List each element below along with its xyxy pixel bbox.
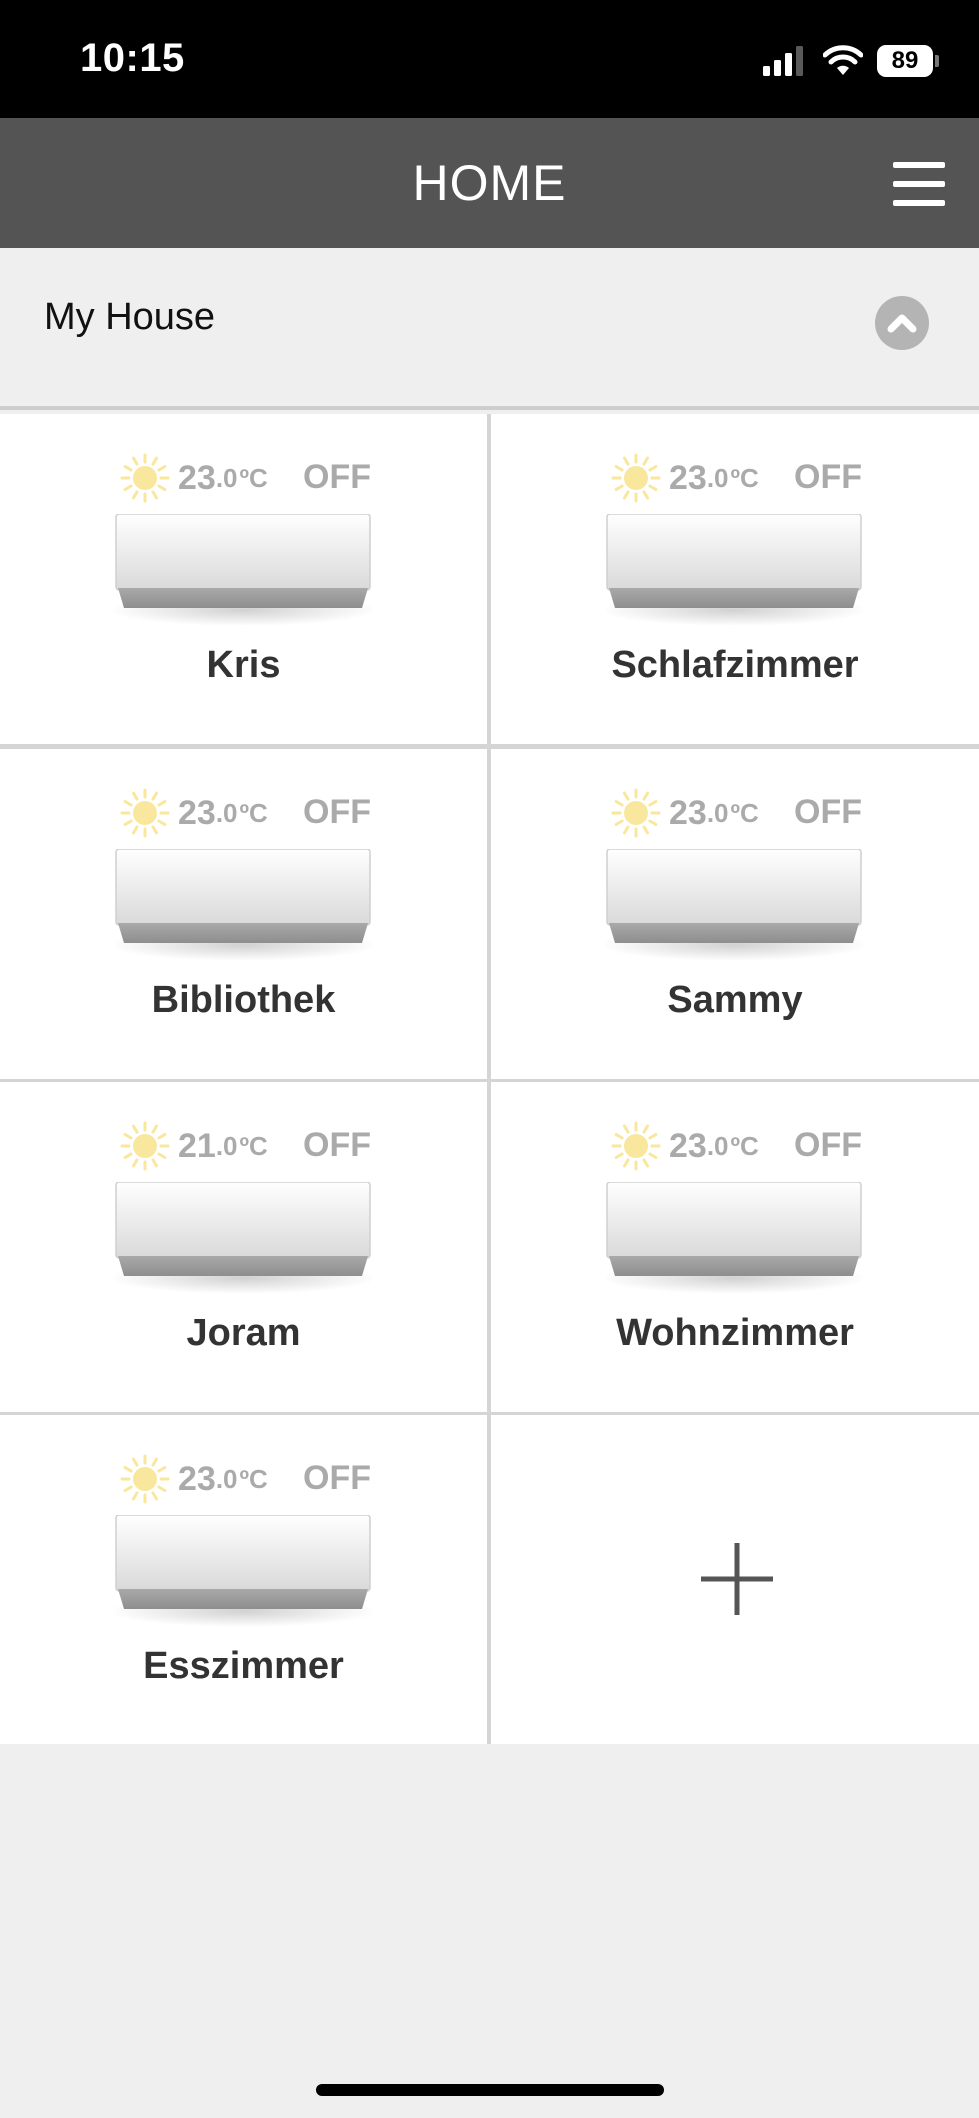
menu-button[interactable] [893,162,945,206]
unit-temperature: 23 [669,793,707,832]
unit-status: 23.0 ºC [611,452,759,504]
unit-card[interactable]: 23.0 ºC OFF Wohnzimmer [491,1082,979,1412]
status-bar: 10:15 89 [0,0,979,118]
unit-status: 21.0 ºC [120,1120,268,1172]
status-icons: 89 [763,40,939,82]
add-unit-button[interactable] [491,1415,979,1744]
unit-temperature-decimal: .0 [215,462,238,493]
unit-temperature-decimal: .0 [215,1463,238,1494]
unit-power-status: OFF [303,1126,371,1164]
air-conditioner-icon [605,849,863,961]
house-name: My House [44,296,216,338]
unit-power-status: OFF [303,1459,371,1497]
unit-card[interactable]: 23.0 ºC OFF Kris [0,414,487,744]
cellular-signal-icon [763,46,807,76]
sun-icon [611,453,661,503]
air-conditioner-icon [605,514,863,626]
unit-temperature-unit: ºC [239,797,268,828]
unit-name: Joram [186,1312,301,1354]
sun-icon [120,1121,170,1171]
battery-icon: 89 [877,45,939,77]
unit-power-status: OFF [794,458,862,496]
unit-status: 23.0 ºC [120,1453,268,1505]
unit-temperature-unit: ºC [239,1463,268,1494]
sun-icon [611,1121,661,1171]
unit-temperature: 21 [178,1126,216,1165]
unit-card[interactable]: 23.0 ºC OFF Bibliothek [0,749,487,1079]
unit-temperature-unit: ºC [730,1130,759,1161]
sun-icon [120,1454,170,1504]
air-conditioner-icon [114,514,372,626]
sun-icon [611,788,661,838]
unit-temperature-decimal: .0 [215,1130,238,1161]
unit-status: 23.0 ºC [611,787,759,839]
unit-name: Bibliothek [151,979,336,1021]
unit-temperature-unit: ºC [730,462,759,493]
unit-temperature: 23 [178,1459,216,1498]
unit-card[interactable]: 23.0 ºC OFF Sammy [491,749,979,1079]
unit-name: Sammy [667,979,803,1021]
unit-temperature-decimal: .0 [706,462,729,493]
sun-icon [120,788,170,838]
unit-temperature-unit: ºC [239,462,268,493]
air-conditioner-icon [114,1182,372,1294]
plus-icon [701,1543,773,1615]
unit-power-status: OFF [794,1126,862,1164]
app-header: HOME [0,118,979,248]
unit-status: 23.0 ºC [120,452,268,504]
air-conditioner-icon [114,849,372,961]
sun-icon [120,453,170,503]
unit-temperature-unit: ºC [730,797,759,828]
unit-status: 23.0 ºC [120,787,268,839]
unit-power-status: OFF [794,793,862,831]
hamburger-icon [893,162,945,168]
unit-name: Wohnzimmer [616,1312,854,1354]
unit-power-status: OFF [303,458,371,496]
unit-temperature-decimal: .0 [706,1130,729,1161]
unit-temperature-decimal: .0 [706,797,729,828]
unit-temperature: 23 [669,458,707,497]
unit-name: Schlafzimmer [611,644,859,686]
chevron-up-icon [887,314,917,333]
status-time: 10:15 [80,36,185,80]
unit-status: 23.0 ºC [611,1120,759,1172]
unit-temperature-unit: ºC [239,1130,268,1161]
collapse-button[interactable] [875,296,929,350]
unit-card[interactable]: 23.0 ºC OFF Esszimmer [0,1415,487,1744]
unit-card[interactable]: 23.0 ºC OFF Schlafzimmer [491,414,979,744]
home-indicator [316,2084,664,2096]
unit-temperature: 23 [178,458,216,497]
page-title: HOME [412,155,567,211]
wifi-icon [823,45,863,75]
unit-temperature: 23 [178,793,216,832]
unit-name: Kris [206,644,281,686]
unit-temperature-decimal: .0 [215,797,238,828]
unit-temperature: 23 [669,1126,707,1165]
unit-name: Esszimmer [143,1645,344,1687]
unit-power-status: OFF [303,793,371,831]
air-conditioner-icon [114,1515,372,1627]
house-selector[interactable]: My House [0,248,979,410]
air-conditioner-icon [605,1182,863,1294]
unit-card[interactable]: 21.0 ºC OFF Joram [0,1082,487,1412]
unit-grid: 23.0 ºC OFF Kris 23 .0 ºC OFF Schlafzimm… [0,414,979,1744]
